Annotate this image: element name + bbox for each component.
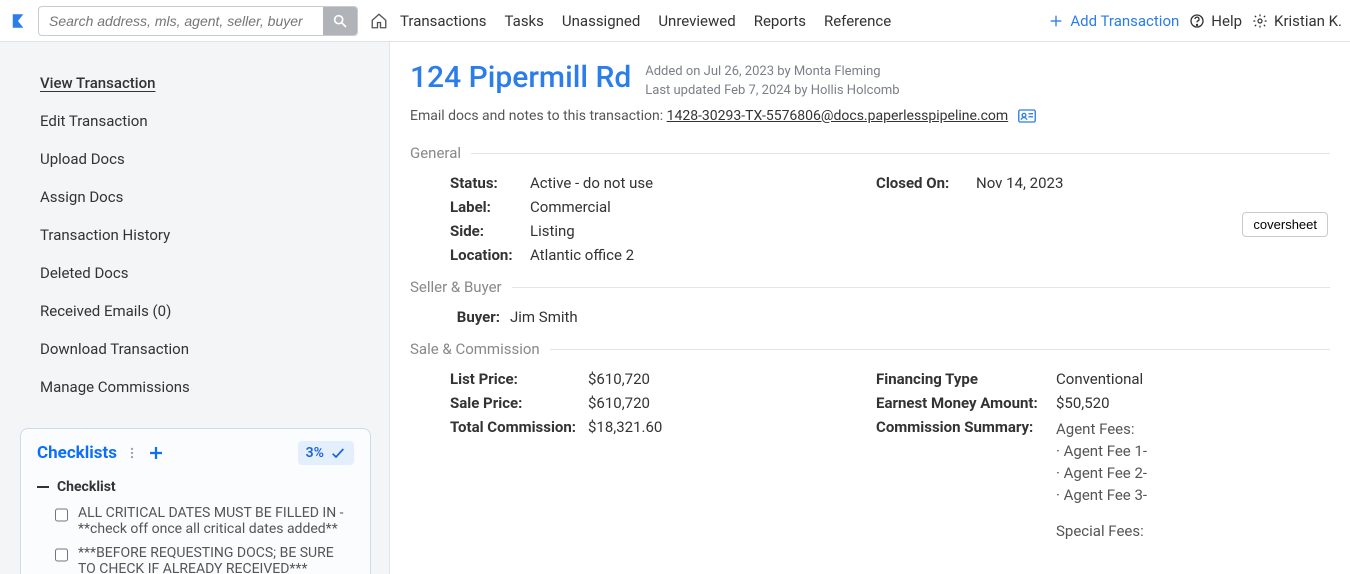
label-label: Label: (450, 198, 520, 216)
sale-section: Sale & Commission List Price: $610,720 Sa… (410, 340, 1330, 542)
checklists-card: Checklists 3% Checklist ALL CRITICAL DAT… (20, 428, 371, 574)
sidebar-assign-docs[interactable]: Assign Docs (40, 184, 371, 210)
checklist-item-text: ALL CRITICAL DATES MUST BE FILLED IN - *… (78, 505, 354, 537)
earnest-label: Earnest Money Amount: (876, 394, 1046, 412)
checklist-group-label: Checklist (57, 479, 116, 495)
commission-line: · Agent Fee 2- (1056, 462, 1147, 484)
checklist-checkbox[interactable] (55, 508, 68, 522)
label-value: Commercial (530, 198, 611, 216)
plus-icon (1048, 13, 1064, 29)
nav-reference[interactable]: Reference (824, 12, 891, 30)
buyer-label: Buyer: (450, 308, 500, 326)
parties-heading: Seller & Buyer (410, 278, 502, 296)
commission-line: · Agent Fee 1- (1056, 440, 1147, 462)
sale-heading: Sale & Commission (410, 340, 540, 358)
earnest-value: $50,520 (1056, 394, 1110, 412)
saleprice-label: Sale Price: (450, 394, 578, 412)
main-content: coversheet 124 Pipermill Rd Added on Jul… (390, 42, 1350, 574)
check-icon (330, 445, 346, 461)
totalcomm-value: $18,321.60 (588, 418, 662, 436)
app-logo[interactable] (8, 11, 28, 31)
commission-line: Agent Fees: (1056, 418, 1147, 440)
listprice-value: $610,720 (588, 370, 650, 388)
transaction-email-link[interactable]: 1428-30293-TX-5576806@docs.paperlesspipe… (667, 108, 1009, 124)
checklists-percent: 3% (306, 445, 324, 461)
home-button[interactable] (368, 10, 390, 32)
sidebar-transaction-history[interactable]: Transaction History (40, 222, 371, 248)
status-value: Active - do not use (530, 174, 653, 192)
transaction-title[interactable]: 124 Pipermill Rd (410, 60, 631, 95)
main-nav: Transactions Tasks Unassigned Unreviewed… (400, 12, 891, 30)
checklists-menu-button[interactable] (125, 446, 139, 460)
collapse-icon (37, 486, 49, 488)
transaction-updated-meta: Last updated Feb 7, 2024 by Hollis Holco… (645, 83, 899, 98)
parties-section: Seller & Buyer Buyer: Jim Smith (410, 278, 1330, 326)
closed-label: Closed On: (876, 174, 966, 192)
help-button[interactable]: Help (1189, 12, 1242, 30)
coversheet-button[interactable]: coversheet (1242, 212, 1328, 237)
user-name: Kristian K. (1274, 12, 1342, 30)
nav-tasks[interactable]: Tasks (505, 12, 544, 30)
nav-unreviewed[interactable]: Unreviewed (658, 12, 735, 30)
side-label: Side: (450, 222, 520, 240)
checklist-item: ***BEFORE REQUESTING DOCS; BE SURE TO CH… (37, 545, 354, 574)
status-label: Status: (450, 174, 520, 192)
checklists-percent-badge[interactable]: 3% (298, 441, 354, 465)
sidebar-edit-transaction[interactable]: Edit Transaction (40, 108, 371, 134)
financing-label: Financing Type (876, 370, 1046, 388)
buyer-value: Jim Smith (510, 308, 578, 326)
listprice-label: List Price: (450, 370, 578, 388)
commission-line (1056, 506, 1147, 520)
location-value: Atlantic office 2 (530, 246, 634, 264)
question-icon (1189, 13, 1205, 29)
search-button[interactable] (323, 7, 357, 35)
saleprice-value: $610,720 (588, 394, 650, 412)
add-transaction-button[interactable]: Add Transaction (1048, 12, 1179, 30)
sidebar-manage-commissions[interactable]: Manage Commissions (40, 374, 371, 400)
transaction-email-line: Email docs and notes to this transaction… (410, 108, 1330, 124)
sidebar-received-emails[interactable]: Received Emails (0) (40, 298, 371, 324)
checklist-item: ALL CRITICAL DATES MUST BE FILLED IN - *… (37, 505, 354, 537)
checklists-add-button[interactable] (147, 444, 165, 462)
email-prefix: Email docs and notes to this transaction… (410, 108, 667, 124)
checklist-item-text: ***BEFORE REQUESTING DOCS; BE SURE TO CH… (78, 545, 354, 574)
commission-line: · Agent Fee 3- (1056, 484, 1147, 506)
search-container (38, 6, 358, 36)
checklists-title: Checklists (37, 443, 117, 463)
nav-unassigned[interactable]: Unassigned (562, 12, 640, 30)
sidebar-upload-docs[interactable]: Upload Docs (40, 146, 371, 172)
commsummary-label: Commission Summary: (876, 418, 1046, 436)
general-section: General Status: Active - do not use Label… (410, 144, 1330, 264)
sidebar-deleted-docs[interactable]: Deleted Docs (40, 260, 371, 286)
help-label: Help (1211, 12, 1242, 30)
search-icon (332, 13, 348, 29)
sidebar: View Transaction Edit Transaction Upload… (0, 42, 390, 574)
search-input[interactable] (39, 8, 323, 34)
general-heading: General (410, 144, 461, 162)
add-transaction-label: Add Transaction (1070, 12, 1179, 30)
nav-transactions[interactable]: Transactions (400, 12, 487, 30)
transaction-added-meta: Added on Jul 26, 2023 by Monta Fleming (645, 64, 899, 79)
sidebar-view-transaction[interactable]: View Transaction (40, 70, 371, 96)
closed-value: Nov 14, 2023 (976, 174, 1063, 192)
vcard-button[interactable] (1018, 109, 1036, 123)
location-label: Location: (450, 246, 520, 264)
commission-line: Special Fees: (1056, 520, 1147, 542)
sidebar-links: View Transaction Edit Transaction Upload… (40, 70, 371, 400)
user-menu[interactable]: Kristian K. (1252, 12, 1342, 30)
home-icon (370, 12, 388, 30)
plus-icon (147, 444, 165, 462)
contact-card-icon (1018, 109, 1036, 123)
financing-value: Conventional (1056, 370, 1143, 388)
totalcomm-label: Total Commission: (450, 418, 578, 436)
commission-summary: Agent Fees: · Agent Fee 1- · Agent Fee 2… (1056, 418, 1147, 542)
checklist-group-header[interactable]: Checklist (37, 479, 354, 495)
checklist-checkbox[interactable] (55, 548, 68, 562)
sidebar-download-transaction[interactable]: Download Transaction (40, 336, 371, 362)
nav-reports[interactable]: Reports (754, 12, 806, 30)
gear-icon (1252, 13, 1268, 29)
dots-vertical-icon (125, 446, 139, 460)
side-value: Listing (530, 222, 575, 240)
